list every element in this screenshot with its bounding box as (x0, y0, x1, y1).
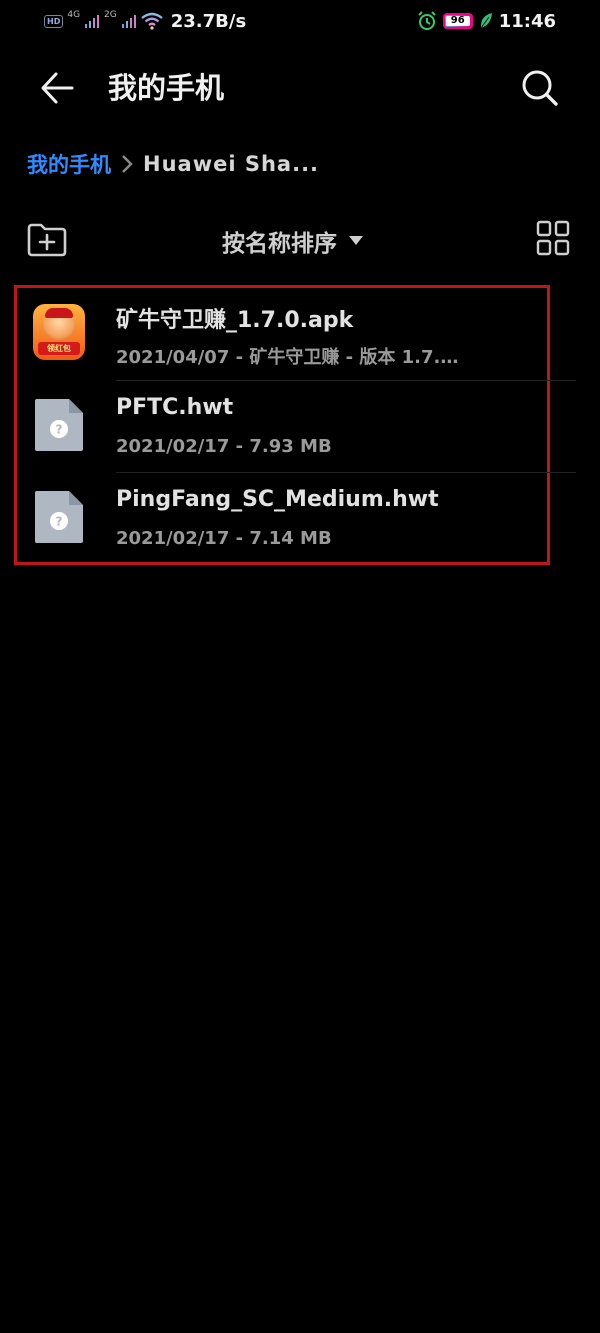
status-right: 96 11:46 (417, 8, 556, 34)
app-icon-badge: 领红包 (38, 342, 80, 355)
breadcrumb: 我的手机 Huawei Sha... (27, 144, 319, 184)
file-row[interactable]: 领红包 矿牛守卫赚_1.7.0.apk 2021/04/07 - 矿牛守卫赚 -… (17, 288, 577, 380)
status-left: HD 4G 2G 23.7B/s (44, 8, 246, 34)
leaf-icon (480, 13, 492, 29)
search-icon (522, 70, 558, 106)
network-speed: 23.7B/s (170, 10, 247, 32)
new-folder-button[interactable] (26, 220, 68, 258)
page-title: 我的手机 (108, 71, 225, 105)
network-type-2g: 2G (104, 10, 117, 20)
grid-view-icon (536, 220, 570, 256)
hat-icon (45, 308, 73, 318)
caret-down-icon (349, 236, 363, 245)
clock: 11:46 (498, 10, 556, 32)
file-row[interactable]: ? PingFang_SC_Medium.hwt 2021/02/17 - 7.… (17, 473, 577, 565)
sort-dropdown[interactable]: 按名称排序 (222, 222, 363, 260)
battery-level: 96 (445, 16, 470, 26)
search-button[interactable] (518, 66, 562, 110)
svg-text:?: ? (56, 423, 63, 437)
file-name: PingFang_SC_Medium.hwt (116, 487, 439, 512)
breadcrumb-root[interactable]: 我的手机 (27, 149, 111, 179)
sort-label: 按名称排序 (222, 231, 337, 257)
file-meta: 2021/04/07 - 矿牛守卫赚 - 版本 1.7.… (116, 347, 459, 368)
status-bar: HD 4G 2G 23.7B/s 96 11:46 (0, 0, 600, 40)
file-name: 矿牛守卫赚_1.7.0.apk (116, 308, 354, 333)
back-button[interactable] (36, 68, 80, 108)
chevron-right-icon (122, 155, 133, 173)
breadcrumb-current[interactable]: Huawei Sha... (143, 152, 319, 176)
file-meta: 2021/02/17 - 7.93 MB (116, 436, 332, 457)
view-toggle-button[interactable] (536, 220, 570, 256)
toolbar: 按名称排序 (0, 214, 600, 268)
folder-plus-icon (27, 223, 67, 257)
file-list: 领红包 矿牛守卫赚_1.7.0.apk 2021/04/07 - 矿牛守卫赚 -… (14, 285, 576, 565)
unknown-file-icon: ? (35, 491, 83, 543)
signal-icon (121, 15, 136, 28)
alarm-clock-icon (417, 11, 436, 30)
arrow-left-icon (41, 72, 74, 104)
battery-icon: 96 (442, 13, 473, 29)
svg-text:?: ? (56, 515, 63, 529)
unknown-file-icon: ? (35, 399, 83, 451)
hd-badge: HD (44, 14, 64, 28)
file-meta: 2021/02/17 - 7.14 MB (116, 528, 332, 549)
wifi-icon (141, 12, 163, 30)
network-type-4g: 4G (67, 10, 81, 20)
app-icon: 领红包 (33, 304, 85, 360)
file-row[interactable]: ? PFTC.hwt 2021/02/17 - 7.93 MB (17, 381, 577, 473)
app-bar: 我的手机 (0, 50, 600, 126)
file-name: PFTC.hwt (116, 395, 234, 420)
signal-icon (85, 15, 100, 28)
